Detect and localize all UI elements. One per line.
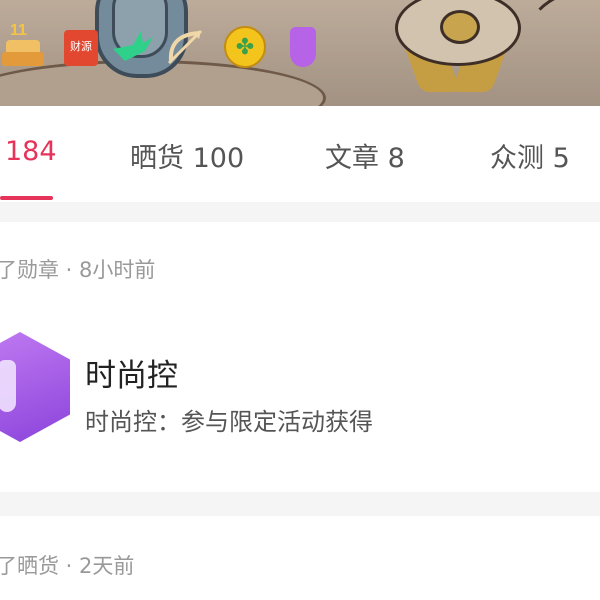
gift-box-icon[interactable]: 财源 xyxy=(60,24,106,70)
feed-item-shaihuo[interactable]: 了晒货 · 2天前 xyxy=(0,516,600,600)
bird-icon[interactable] xyxy=(110,24,156,70)
clover-coin-icon[interactable]: ✤ xyxy=(222,24,268,70)
tab-zhongce[interactable]: 众测 5 xyxy=(490,136,570,175)
feed-item-badge[interactable]: 了勋章 · 8小时前 时尚控 时尚控：参与限定活动获得 xyxy=(0,222,600,492)
fashion-badge-icon[interactable] xyxy=(0,332,70,442)
badge-title: 时尚控 xyxy=(85,358,178,394)
active-tab-indicator xyxy=(0,196,53,200)
profile-tab-bar: 184 晒货 100 文章 8 众测 5 xyxy=(0,106,600,202)
tab-shaihuo[interactable]: 晒货 100 xyxy=(130,136,244,175)
gift-box-text: 财源 xyxy=(70,40,92,53)
tab-dynamics[interactable]: 184 xyxy=(5,136,57,167)
section-divider xyxy=(0,492,600,516)
profile-header-illustration: 11 财源 ✤ xyxy=(0,0,600,106)
tab-articles[interactable]: 文章 8 xyxy=(325,136,405,175)
feed-item-meta: 了勋章 · 8小时前 xyxy=(0,258,156,282)
cake-number: 11 xyxy=(10,22,27,39)
section-divider xyxy=(0,202,600,222)
badge-description: 时尚控：参与限定活动获得 xyxy=(85,408,373,436)
cupid-bow-icon[interactable] xyxy=(162,24,208,70)
dress-icon[interactable] xyxy=(280,24,326,70)
feed-item-meta: 了晒货 · 2天前 xyxy=(0,554,135,578)
birthday-cake-icon[interactable]: 11 xyxy=(0,22,46,70)
